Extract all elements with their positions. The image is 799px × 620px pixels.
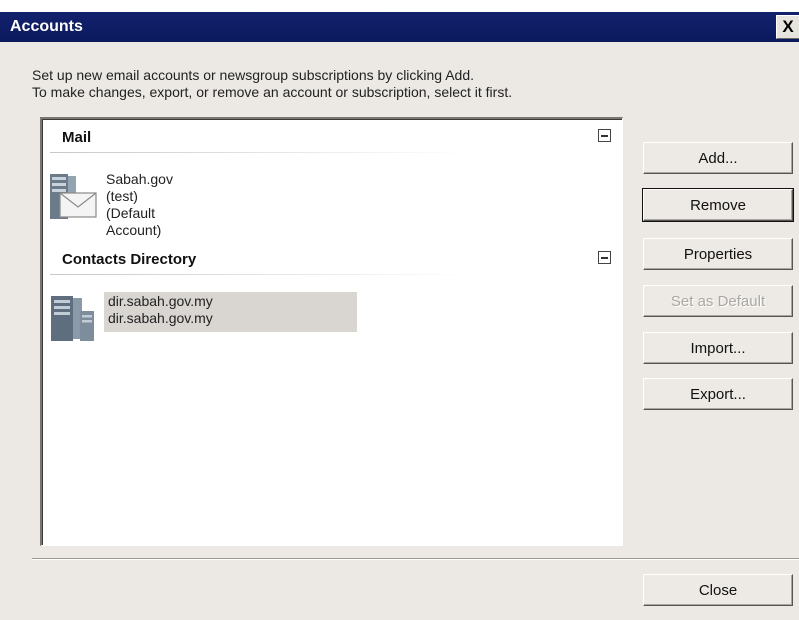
directory-name-line-2: dir.sabah.gov.my	[108, 310, 213, 326]
title-bar[interactable]: Accounts X	[0, 12, 799, 42]
directory-name: dir.sabah.gov.my dir.sabah.gov.my	[104, 292, 357, 332]
close-button[interactable]: Close	[643, 574, 793, 606]
accounts-dialog: Accounts X Set up new email accounts or …	[0, 12, 799, 620]
group-header-contacts: Contacts Directory	[42, 245, 622, 275]
close-window-button[interactable]: X	[776, 15, 799, 39]
accounts-list[interactable]: Mail Sabah.gov (test) (Default Account) …	[40, 117, 623, 546]
instructions-line-2: To make changes, export, or remove an ac…	[32, 84, 513, 100]
collapse-contacts-icon[interactable]	[598, 251, 611, 264]
remove-button[interactable]: Remove	[642, 188, 794, 222]
import-button[interactable]: Import...	[643, 332, 793, 364]
set-as-default-button[interactable]: Set as Default	[643, 285, 793, 317]
export-button[interactable]: Export...	[643, 378, 793, 410]
instructions-text: Set up new email accounts or newsgroup s…	[32, 67, 512, 101]
window-title: Accounts	[10, 18, 83, 35]
group-label-mail: Mail	[62, 129, 92, 146]
add-button[interactable]: Add...	[643, 142, 793, 174]
group-label-contacts: Contacts Directory	[62, 251, 197, 268]
account-name: Sabah.gov (test) (Default Account)	[106, 171, 173, 239]
close-icon: X	[782, 17, 794, 36]
group-divider	[50, 274, 472, 275]
group-header-mail: Mail	[42, 123, 622, 153]
directory-name-line-1: dir.sabah.gov.my	[108, 293, 213, 309]
footer-divider	[32, 558, 799, 560]
collapse-mail-icon[interactable]	[598, 129, 611, 142]
directory-server-icon	[51, 296, 94, 341]
properties-button[interactable]: Properties	[643, 238, 793, 270]
account-name-line-1: Sabah.gov (test) (Default	[106, 171, 173, 221]
group-divider	[50, 152, 472, 153]
instructions-line-1: Set up new email accounts or newsgroup s…	[32, 67, 475, 83]
mail-server-icon	[50, 174, 97, 219]
account-name-line-2: Account)	[106, 222, 162, 238]
